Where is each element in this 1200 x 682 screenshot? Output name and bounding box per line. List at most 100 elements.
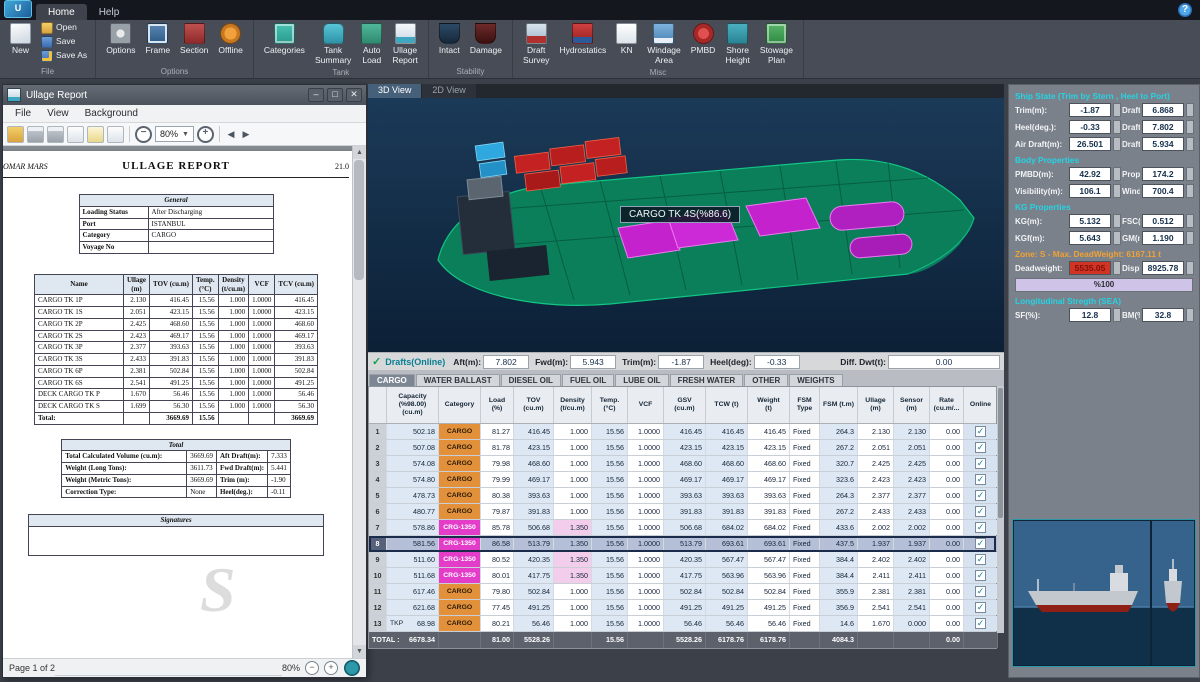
ribbon-button-tank-summary[interactable]: TankSummary <box>310 21 356 67</box>
menu-view[interactable]: View <box>39 107 77 120</box>
report-window-titlebar[interactable]: Ullage Report – □ ✕ <box>3 85 366 105</box>
grid-col-header-8[interactable]: GSV (cu.m) <box>664 387 706 423</box>
table-row-13[interactable]: 13TKP68.98CARGO80.2156.461.00015.561.000… <box>369 616 996 632</box>
spin-button[interactable] <box>1186 231 1194 245</box>
grid-col-header-12[interactable]: FSM (t.m) <box>820 387 858 423</box>
table-row-10[interactable]: 10511.68CRG-135080.01417.751.35015.561.0… <box>369 568 996 584</box>
online-checkbox[interactable]: ✓ <box>975 442 986 453</box>
table-row-8[interactable]: 8581.56CRG-135086.58513.791.35015.561.00… <box>369 536 996 552</box>
grid-col-header-13[interactable]: Ullage (m) <box>858 387 894 423</box>
close-button[interactable]: ✕ <box>346 88 362 102</box>
app-tab-help[interactable]: Help <box>87 4 132 20</box>
zoom-in-icon[interactable]: + <box>197 126 214 143</box>
grid-col-header-9[interactable]: TCW (t) <box>706 387 748 423</box>
spin-button[interactable] <box>1113 308 1121 322</box>
spin-button[interactable] <box>1186 103 1194 117</box>
menu-file[interactable]: File <box>7 107 39 120</box>
tank-tab-other[interactable]: OTHER <box>744 374 788 386</box>
online-checkbox[interactable]: ✓ <box>975 586 986 597</box>
grid-col-header-1[interactable]: Capacity (%98.00) (cu.m) <box>387 387 439 423</box>
spin-button[interactable] <box>1186 184 1194 198</box>
maximize-button[interactable]: □ <box>327 88 343 102</box>
ribbon-button-open[interactable]: Open <box>38 21 90 35</box>
table-row-6[interactable]: 6480.77CARGO79.87391.831.00015.561.00003… <box>369 504 996 520</box>
spin-button[interactable] <box>1113 214 1121 228</box>
tank-tab-diesel-oil[interactable]: DIESEL OIL <box>501 374 561 386</box>
spin-button[interactable] <box>1186 261 1194 275</box>
zoom-out-icon[interactable]: − <box>135 126 152 143</box>
ribbon-button-hydrostatics[interactable]: Hydrostatics <box>554 21 611 57</box>
grid-col-header-15[interactable]: Rate (cu.m/... <box>930 387 964 423</box>
tank-tab-water-ballast[interactable]: WATER BALLAST <box>416 374 500 386</box>
table-row-9[interactable]: 9511.60CRG-135080.52420.351.35015.561.00… <box>369 552 996 568</box>
ribbon-button-auto-load[interactable]: AutoLoad <box>356 21 387 67</box>
app-tab-home[interactable]: Home <box>36 4 87 20</box>
table-row-3[interactable]: 3574.08CARGO79.98468.601.00015.561.00004… <box>369 456 996 472</box>
scroll-up-icon[interactable]: ▲ <box>353 146 366 159</box>
grid-scrollbar-thumb[interactable] <box>998 388 1003 518</box>
menu-background[interactable]: Background <box>77 107 146 120</box>
ribbon-button-save[interactable]: Save <box>38 35 90 49</box>
view-tab-2d-view[interactable]: 2D View <box>422 84 475 98</box>
table-row-2[interactable]: 2507.08CARGO81.78423.151.00015.561.00004… <box>369 440 996 456</box>
grid-col-header-6[interactable]: Temp. (°C) <box>592 387 628 423</box>
ribbon-button-pmbd[interactable]: PMBD <box>686 21 721 57</box>
spin-button[interactable] <box>1186 137 1194 151</box>
online-checkbox[interactable]: ✓ <box>975 474 986 485</box>
scroll-down-icon[interactable]: ▼ <box>353 645 366 658</box>
minimize-button[interactable]: – <box>308 88 324 102</box>
zoom-select[interactable]: 80% ▼ <box>155 126 194 142</box>
export-icon[interactable] <box>67 126 84 143</box>
spin-button[interactable] <box>1113 120 1121 134</box>
spin-button[interactable] <box>1113 167 1121 181</box>
table-row-1[interactable]: 1502.18CARGO81.27416.451.00015.561.00004… <box>369 424 996 440</box>
grid-col-header-7[interactable]: VCF <box>628 387 664 423</box>
tank-tab-weights[interactable]: WEIGHTS <box>789 374 842 386</box>
spin-button[interactable] <box>1186 308 1194 322</box>
scrollbar-thumb[interactable] <box>354 160 364 280</box>
spin-button[interactable] <box>1113 261 1121 275</box>
online-checkbox[interactable]: ✓ <box>975 458 986 469</box>
ribbon-button-save-as[interactable]: Save As <box>38 49 90 63</box>
ribbon-button-windage-area[interactable]: WindageArea <box>642 21 686 67</box>
floating-action-button[interactable] <box>344 660 360 676</box>
tank-tab-fresh-water[interactable]: FRESH WATER <box>670 374 744 386</box>
online-checkbox[interactable]: ✓ <box>975 618 986 629</box>
ribbon-button-options[interactable]: Options <box>101 21 140 57</box>
table-row-5[interactable]: 5478.73CARGO80.38393.631.00015.561.00003… <box>369 488 996 504</box>
grid-col-header-0[interactable] <box>369 387 387 423</box>
open-icon[interactable] <box>7 126 24 143</box>
grid-scrollbar[interactable] <box>997 386 1004 633</box>
next-page-icon[interactable]: ▶ <box>240 127 252 142</box>
table-row-11[interactable]: 11617.46CARGO79.80502.841.00015.561.0000… <box>369 584 996 600</box>
grid-col-header-2[interactable]: Category <box>439 387 481 423</box>
grid-col-header-3[interactable]: Load (%) <box>481 387 514 423</box>
quick-print-icon[interactable] <box>47 126 64 143</box>
tank-tab-lube-oil[interactable]: LUBE OIL <box>615 374 668 386</box>
ribbon-button-shore-height[interactable]: ShoreHeight <box>720 21 755 67</box>
online-checkbox[interactable]: ✓ <box>975 506 986 517</box>
spin-button[interactable] <box>1186 214 1194 228</box>
spin-button[interactable] <box>1186 120 1194 134</box>
online-checkbox[interactable]: ✓ <box>975 570 986 581</box>
page-layout-icon[interactable] <box>107 126 124 143</box>
zoom-in-button[interactable]: + <box>324 661 338 675</box>
spin-button[interactable] <box>1113 137 1121 151</box>
ribbon-button-intact[interactable]: Intact <box>434 21 465 57</box>
tank-tab-cargo[interactable]: CARGO <box>369 374 415 386</box>
online-checkbox[interactable]: ✓ <box>975 522 986 533</box>
grid-col-header-5[interactable]: Density (t/cu.m) <box>554 387 592 423</box>
spin-button[interactable] <box>1113 103 1121 117</box>
ribbon-button-stowage-plan[interactable]: StowagePlan <box>755 21 798 67</box>
grid-col-header-14[interactable]: Sensor (m) <box>894 387 930 423</box>
email-icon[interactable] <box>87 126 104 143</box>
ribbon-button-section[interactable]: Section <box>175 21 213 57</box>
print-icon[interactable] <box>27 126 44 143</box>
spin-button[interactable] <box>1113 231 1121 245</box>
view-tab-3d-view[interactable]: 3D View <box>368 84 421 98</box>
spin-button[interactable] <box>1113 184 1121 198</box>
ribbon-button-offline[interactable]: Offline <box>213 21 247 57</box>
ribbon-button-ullage-report[interactable]: UllageReport <box>387 21 423 67</box>
help-icon[interactable]: ? <box>1178 3 1192 17</box>
ribbon-button-kn[interactable]: KN <box>611 21 642 57</box>
